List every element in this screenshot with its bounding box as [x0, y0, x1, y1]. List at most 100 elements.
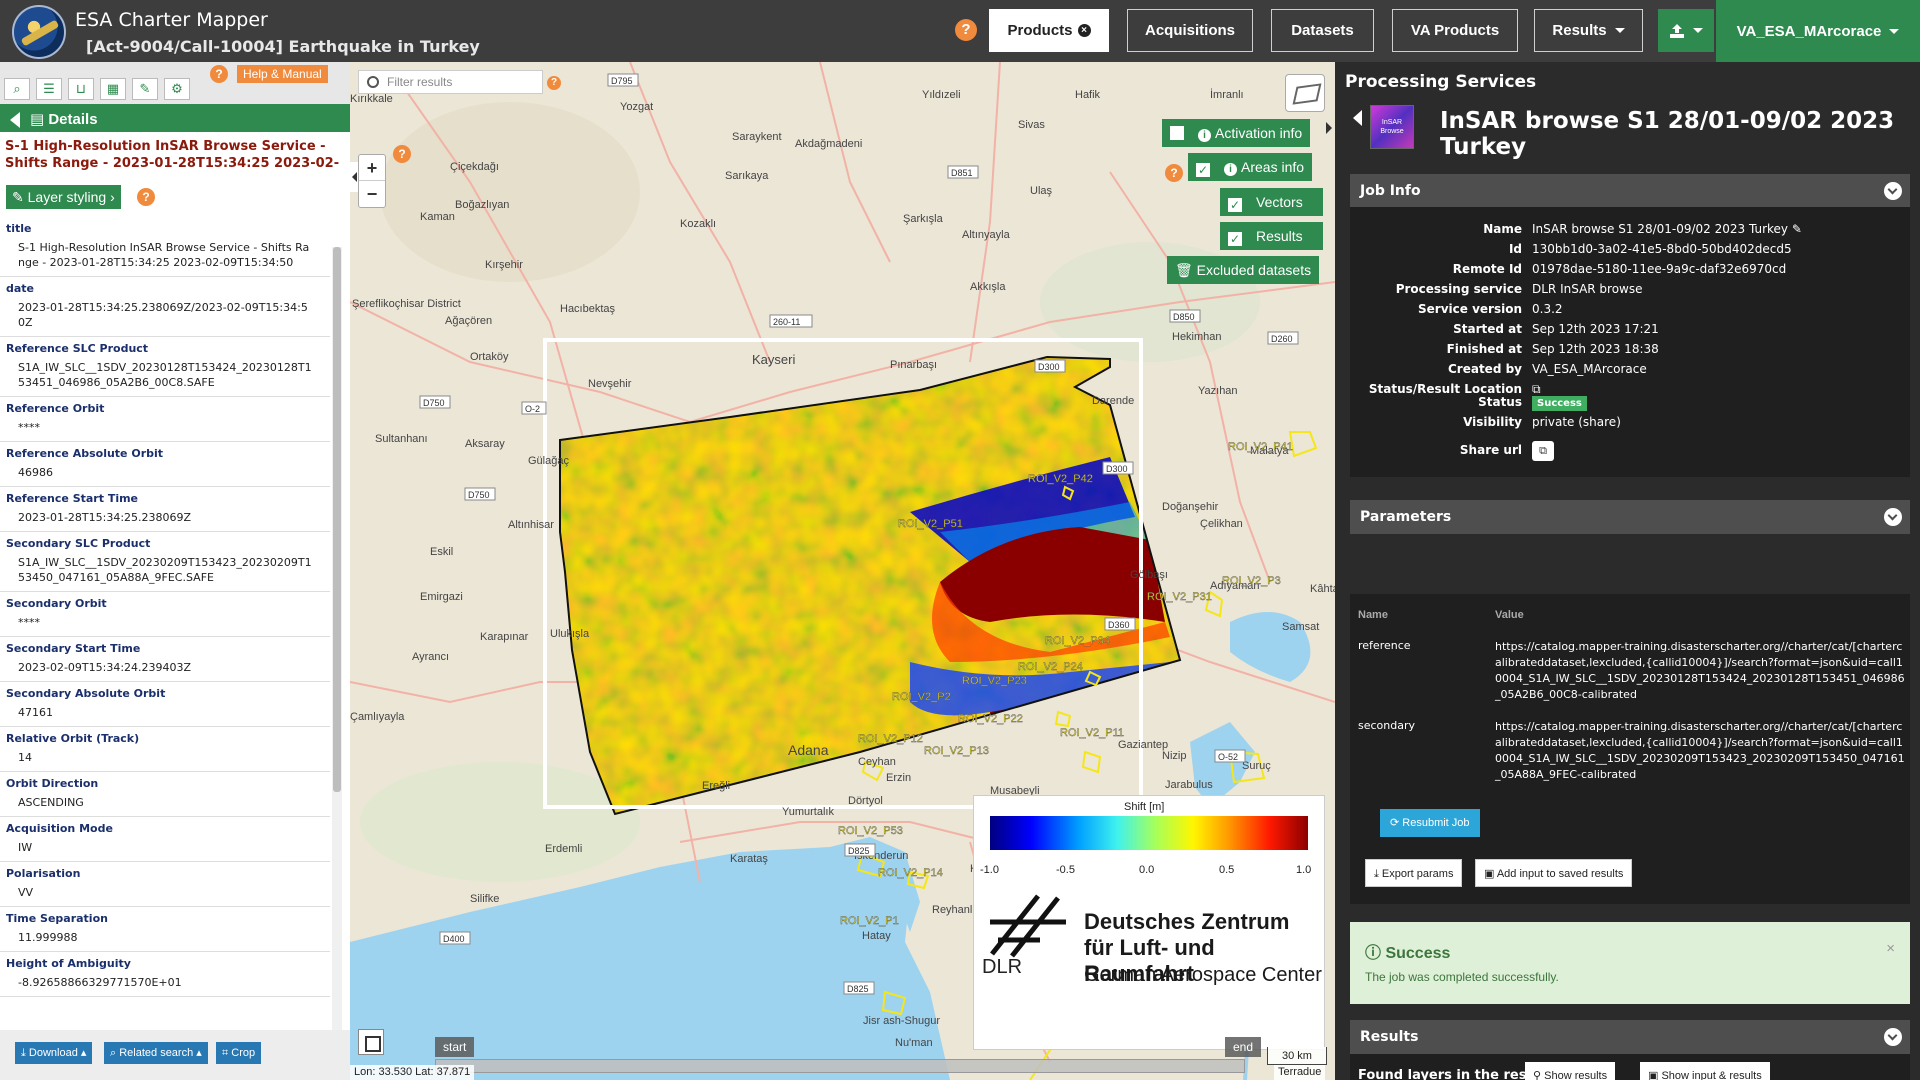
svg-text:D300: D300	[1038, 362, 1060, 372]
job-info-header[interactable]: Job Info	[1350, 174, 1910, 208]
timeline-start-handle[interactable]: start	[435, 1037, 475, 1057]
svg-text:D750: D750	[423, 398, 445, 408]
map-attribution[interactable]: Terradue	[1274, 1065, 1326, 1080]
legend-tick: 1.0	[1296, 864, 1312, 876]
roi-label[interactable]: ROI_V2_P42	[1028, 473, 1093, 485]
job-info-row: Name InSAR browse S1 28/01-09/02 2023 Tur…	[1350, 219, 1910, 239]
property-key: Reference Absolute Orbit	[6, 447, 164, 460]
results-header[interactable]: Results	[1350, 1020, 1910, 1054]
close-icon[interactable]: ×	[1886, 940, 1895, 957]
export-params-button[interactable]: ⤓ Export params	[1365, 859, 1463, 887]
activation-info-toggle[interactable]: i Activation info	[1162, 119, 1311, 147]
resubmit-job-button[interactable]: ⟳ Resubmit Job	[1380, 809, 1480, 837]
search-icon[interactable]: ⌕	[4, 78, 30, 100]
basket-icon[interactable]: ⊔	[68, 78, 94, 100]
road-shield: D825	[843, 981, 875, 995]
roi-label[interactable]: ROI_V2_P13	[924, 745, 989, 757]
help-icon[interactable]: ?	[137, 188, 155, 206]
zoom-out-button[interactable]: −	[359, 181, 385, 207]
filter-results-input[interactable]: Filter results	[358, 70, 543, 94]
help-icon[interactable]: ?	[547, 76, 561, 90]
timeline-end-handle[interactable]: end	[1225, 1037, 1262, 1057]
back-arrow-icon[interactable]	[1353, 110, 1362, 126]
expand-right-arrow-icon[interactable]	[1326, 122, 1332, 134]
roi-label[interactable]: ROI_V2_P41	[1228, 441, 1293, 453]
timeline[interactable]: start end	[435, 1037, 1265, 1077]
archive-icon[interactable]: ▦	[100, 78, 126, 100]
checkbox-checked[interactable]: ✓	[1228, 198, 1242, 212]
help-icon[interactable]: ?	[955, 19, 977, 41]
roi-label[interactable]: ROI_V2_P22	[958, 713, 1023, 725]
nav-datasets-button[interactable]: Datasets	[1271, 9, 1374, 52]
city-label: Emirgazi	[420, 591, 463, 603]
timeline-track[interactable]	[435, 1059, 1245, 1073]
roi-label[interactable]: ROI_V2_P53	[838, 825, 903, 837]
layer-styling-label: Layer styling	[27, 189, 107, 205]
chevron-down-icon[interactable]	[1884, 508, 1902, 526]
chevron-down-icon[interactable]	[1884, 182, 1902, 200]
city-label: Suruç	[1242, 760, 1271, 772]
road-shield: D360	[1104, 617, 1136, 631]
crop-button[interactable]: ⌗ Crop	[216, 1042, 262, 1064]
map-view[interactable]: Yozgat Kırıkkale Yıldızeli Hafik İmranlı Sara…	[350, 62, 1335, 1080]
nav-acquisitions-button[interactable]: Acquisitions	[1127, 9, 1253, 52]
help-icon[interactable]: ?	[1165, 164, 1183, 182]
roi-label[interactable]: ROI_V2_P31	[1147, 591, 1212, 603]
help-icon[interactable]: ?	[210, 65, 228, 83]
city-label: Doğanşehir	[1162, 501, 1219, 513]
areas-info-toggle[interactable]: ✓ i Areas info	[1188, 153, 1313, 181]
roi-label[interactable]: ROI_V2_P11	[1060, 727, 1124, 739]
roi-label[interactable]: ROI_V2_P51	[898, 518, 963, 530]
nav-products-button[interactable]: Products ×	[989, 9, 1109, 52]
road-shield: O-52	[1214, 749, 1246, 763]
roi-label[interactable]: ROI_V2_P23	[962, 675, 1027, 687]
show-results-button[interactable]: ⚲ Show results	[1525, 1062, 1616, 1080]
roi-label[interactable]: ROI_V2_P34	[1045, 635, 1110, 647]
user-name: VA_ESA_MArcorace	[1736, 22, 1882, 40]
help-icon[interactable]: ?	[393, 145, 411, 163]
roi-label[interactable]: ROI_V2_P3	[1222, 575, 1281, 587]
visibility-value[interactable]: private (share)	[1532, 412, 1621, 432]
chevron-down-icon[interactable]	[1884, 1028, 1902, 1046]
results-toggle[interactable]: ✓ Results	[1220, 222, 1323, 250]
layer-styling-button[interactable]: ✎ Layer styling ›	[6, 185, 121, 209]
nav-va-products-button[interactable]: VA Products	[1392, 9, 1518, 52]
download-dropdown[interactable]: ⤓ Download ▴	[15, 1042, 93, 1064]
properties-scrollbar[interactable]	[332, 247, 342, 1080]
help-manual-button[interactable]: Help & Manual	[237, 65, 328, 83]
job-info-row-visibility: Visibility private (share)	[1350, 412, 1910, 432]
list-icon[interactable]: ☰	[36, 78, 62, 100]
checkbox-unchecked[interactable]	[1170, 126, 1184, 140]
related-search-dropdown[interactable]: ⌕ Related search ▴	[104, 1042, 208, 1064]
city-label: Jarabulus	[1165, 779, 1213, 791]
zoom-in-button[interactable]: +	[359, 155, 385, 181]
show-input-results-button[interactable]: ▣ Show input & results	[1640, 1062, 1770, 1080]
roi-label[interactable]: ROI_V2_P14	[878, 867, 943, 879]
user-menu[interactable]: VA_ESA_MArcorace	[1716, 0, 1920, 62]
gear-icon[interactable]: ⚙	[164, 78, 190, 100]
nav-results-dropdown[interactable]: Results	[1534, 9, 1643, 52]
esa-charter-logo-icon[interactable]	[12, 5, 66, 59]
close-icon[interactable]: ×	[1077, 24, 1091, 37]
road-shield: D825	[844, 843, 876, 857]
pencil-icon[interactable]: ✎	[132, 78, 158, 100]
property-value: ASCENDING	[18, 796, 84, 809]
param-value: https://catalog.mapper-training.disaster…	[1495, 720, 1905, 781]
add-input-saved-results-button[interactable]: ▣ Add input to saved results	[1475, 859, 1633, 887]
checkbox-checked[interactable]: ✓	[1228, 232, 1242, 246]
back-arrow-icon[interactable]	[10, 112, 20, 128]
vectors-toggle[interactable]: ✓ Vectors	[1220, 188, 1323, 216]
roi-label[interactable]: ROI_V2_P24	[1018, 661, 1083, 673]
roi-label[interactable]: ROI_V2_P12	[858, 733, 923, 745]
timeline-toggle-button[interactable]	[358, 1029, 384, 1055]
upload-dropdown[interactable]	[1658, 9, 1714, 52]
parameters-header[interactable]: Parameters	[1350, 500, 1910, 534]
copy-icon[interactable]: ⧉	[1532, 441, 1554, 461]
checkbox-checked[interactable]: ✓	[1196, 163, 1210, 177]
city-label: Karapınar	[480, 631, 529, 643]
roi-label[interactable]: ROI_V2_P1	[840, 915, 899, 927]
roi-label[interactable]: ROI_V2_P2	[892, 691, 951, 703]
layers-switcher-icon[interactable]	[1285, 74, 1325, 112]
excluded-datasets-button[interactable]: 🗑 Excluded datasets	[1167, 256, 1320, 284]
scroll-thumb[interactable]	[333, 247, 341, 792]
